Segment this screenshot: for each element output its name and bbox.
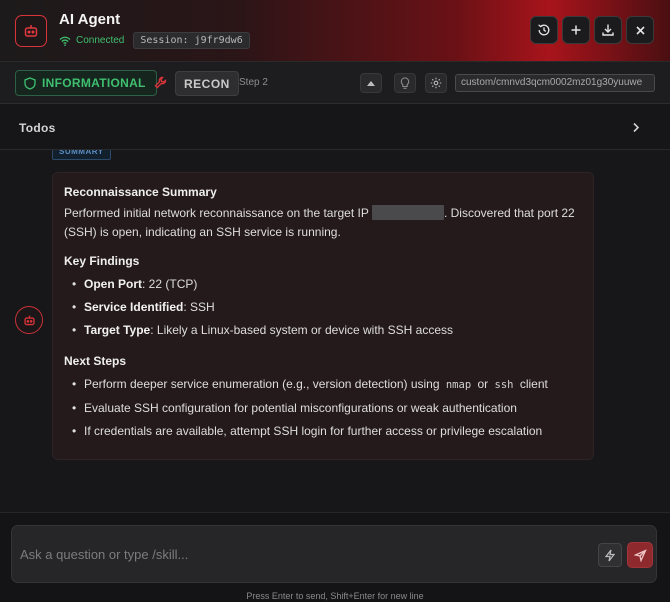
next-steps-heading: Next Steps: [64, 354, 127, 368]
wrench-icon: [154, 76, 167, 89]
download-button[interactable]: [594, 16, 622, 44]
inline-code: nmap: [445, 379, 472, 391]
send-button[interactable]: [627, 542, 653, 568]
input-container: [11, 525, 657, 583]
list-item: Target Type: Likely a Linux-based system…: [72, 319, 582, 342]
hint-button[interactable]: [394, 73, 416, 93]
phase-badge: RECON: [175, 71, 239, 96]
severity-label: INFORMATIONAL: [42, 76, 146, 90]
finding-value: : 22 (TCP): [142, 277, 198, 291]
skills-button[interactable]: [598, 543, 622, 567]
redacted-ip: [371, 205, 444, 220]
list-item: Evaluate SSH configuration for potential…: [72, 397, 582, 420]
finding-value: : SSH: [183, 300, 215, 314]
inline-code: ssh: [494, 379, 514, 391]
close-icon: [635, 25, 645, 35]
finding-label: Target Type: [84, 323, 151, 337]
intro-text: Performed initial network reconnaissance…: [64, 206, 369, 220]
step-text: client: [519, 377, 548, 391]
assistant-avatar: [15, 306, 43, 334]
step-text: or: [477, 377, 489, 391]
shield-icon: [24, 76, 36, 90]
assistant-message: Reconnaissance Summary Performed initial…: [52, 172, 594, 460]
header-bar: AI Agent Connected Session: j9fr9dw6: [0, 0, 670, 62]
connection-row: Connected Session: j9fr9dw6: [59, 32, 250, 49]
list-item: Perform deeper service enumeration (e.g.…: [72, 373, 582, 397]
message-intro: Performed initial network reconnaissance…: [64, 204, 582, 242]
finding-label: Service Identified: [84, 300, 184, 314]
history-button[interactable]: [530, 16, 558, 44]
plus-icon: [571, 25, 581, 35]
finding-label: Open Port: [84, 277, 143, 291]
input-hint: Press Enter to send, Shift+Enter for new…: [246, 591, 424, 601]
bot-icon: [24, 25, 38, 37]
severity-badge: INFORMATIONAL: [15, 70, 157, 96]
list-item: Open Port: 22 (TCP): [72, 273, 582, 296]
chevron-right-icon: [633, 122, 640, 133]
collapse-button[interactable]: [360, 73, 382, 93]
todos-label: Todos: [19, 121, 56, 135]
model-selector[interactable]: custom/cmnvd3qcm0002mz01g30yuuwe: [455, 74, 655, 92]
connection-status: Connected: [76, 35, 125, 46]
message-heading: Reconnaissance Summary: [64, 185, 217, 199]
step-label: Step 2: [239, 77, 268, 88]
gear-icon: [430, 77, 442, 89]
lightbulb-icon: [400, 76, 410, 89]
settings-button[interactable]: [425, 73, 447, 93]
history-icon: [538, 24, 550, 36]
summary-tag: SUMMARY: [52, 150, 111, 160]
close-button[interactable]: [626, 16, 654, 44]
phase-label: RECON: [184, 76, 230, 91]
finding-value: : Likely a Linux-based system or device …: [150, 323, 454, 337]
status-bar: INFORMATIONAL RECON custom/cmnvd3qcm0002…: [0, 62, 670, 104]
bot-icon: [23, 315, 35, 325]
send-icon: [633, 548, 647, 562]
input-bar: Press Enter to send, Shift+Enter for new…: [0, 512, 670, 602]
wifi-icon: [59, 36, 71, 46]
session-id-chip: Session: j9fr9dw6: [133, 32, 250, 49]
download-icon: [602, 24, 614, 36]
new-session-button[interactable]: [562, 16, 590, 44]
next-steps-list: Perform deeper service enumeration (e.g.…: [64, 373, 582, 443]
triangle-up-icon: [367, 80, 375, 86]
key-findings-heading: Key Findings: [64, 254, 140, 268]
list-item: If credentials are available, attempt SS…: [72, 420, 582, 443]
findings-list: Open Port: 22 (TCP) Service Identified: …: [64, 273, 582, 342]
step-text: Perform deeper service enumeration (e.g.…: [84, 377, 440, 391]
app-title: AI Agent: [59, 11, 121, 28]
todos-panel-toggle[interactable]: Todos: [0, 104, 670, 150]
list-item: Service Identified: SSH: [72, 296, 582, 319]
chat-input[interactable]: [20, 544, 580, 564]
bolt-icon: [604, 549, 616, 561]
chat-area: SUMMARY Reconnaissance Summary Performed…: [0, 150, 670, 512]
agent-avatar: [15, 15, 47, 47]
